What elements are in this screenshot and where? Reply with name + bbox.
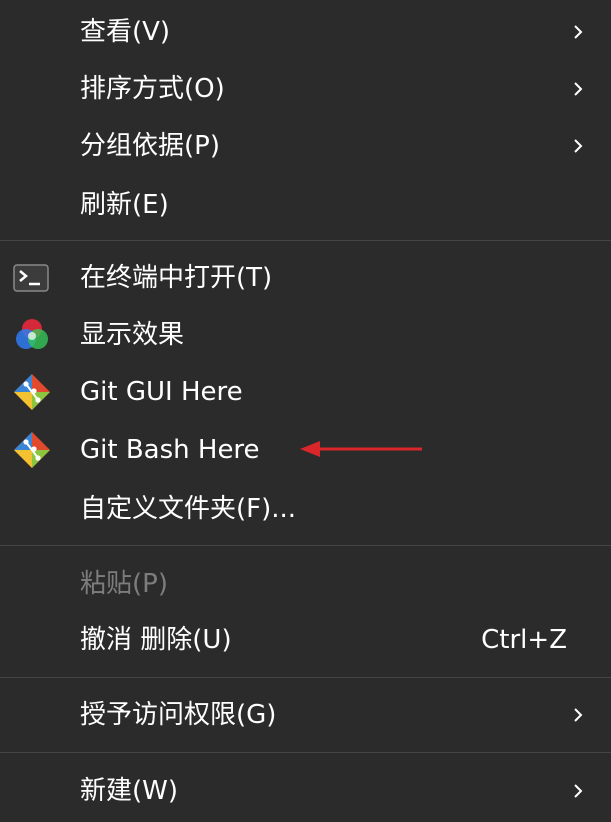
menu-item-label: Git GUI Here [80, 377, 243, 407]
chevron-right-icon [574, 139, 583, 153]
menu-item-paste: 粘贴(P) [0, 559, 611, 609]
menu-item-git-gui-here[interactable]: Git GUI Here [0, 367, 611, 417]
context-menu: 查看(V) 排序方式(O) 分组依据(P) 刷新(E) 在终端中打开(T) 显示… [0, 0, 611, 822]
chevron-right-icon [574, 82, 583, 96]
menu-item-display-effects[interactable]: 显示效果 [0, 310, 611, 360]
chevron-right-icon [574, 25, 583, 39]
menu-item-group-by[interactable]: 分组依据(P) [0, 121, 611, 171]
git-icon [14, 432, 50, 468]
menu-item-label: 撤消 删除(U) [80, 625, 232, 655]
menu-item-label: 显示效果 [80, 320, 185, 350]
menu-item-view[interactable]: 查看(V) [0, 7, 611, 57]
menu-item-refresh[interactable]: 刷新(E) [0, 180, 611, 230]
shortcut-label: Ctrl+Z [481, 625, 567, 655]
separator [0, 240, 611, 241]
menu-item-label: 排序方式(O) [80, 74, 225, 104]
separator [0, 752, 611, 753]
menu-item-label: 在终端中打开(T) [80, 263, 273, 293]
menu-item-label: 查看(V) [80, 17, 171, 47]
menu-item-label: 授予访问权限(G) [80, 700, 277, 730]
menu-item-open-in-terminal[interactable]: 在终端中打开(T) [0, 253, 611, 303]
chevron-right-icon [574, 784, 583, 798]
separator [0, 677, 611, 678]
chevron-right-icon [574, 708, 583, 722]
annotation-arrow-icon [300, 441, 422, 457]
color-effects-icon [16, 319, 48, 349]
menu-item-undo-delete[interactable]: 撤消 删除(U) Ctrl+Z [0, 615, 611, 665]
menu-item-label: 刷新(E) [80, 190, 169, 220]
git-icon [14, 374, 50, 410]
menu-item-give-access[interactable]: 授予访问权限(G) [0, 690, 611, 740]
menu-item-label: 新建(W) [80, 776, 178, 806]
menu-item-sort-by[interactable]: 排序方式(O) [0, 64, 611, 114]
separator [0, 545, 611, 546]
menu-item-new[interactable]: 新建(W) [0, 766, 611, 816]
menu-item-label: 粘贴(P) [80, 569, 168, 599]
terminal-icon [13, 264, 49, 292]
menu-item-customize-folder[interactable]: 自定义文件夹(F)... [0, 484, 611, 534]
menu-item-label: Git Bash Here [80, 435, 260, 465]
menu-item-label: 自定义文件夹(F)... [80, 494, 297, 524]
menu-item-label: 分组依据(P) [80, 131, 220, 161]
